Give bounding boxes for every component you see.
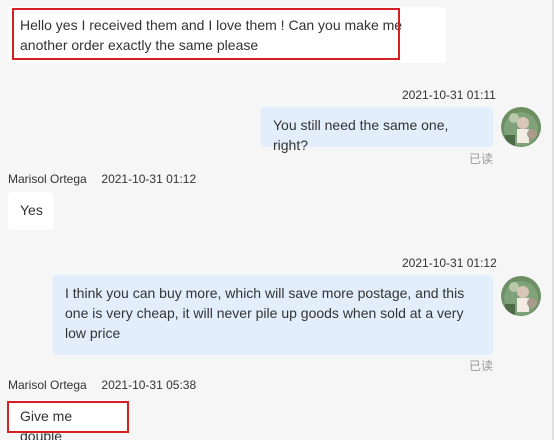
message-text: I think you can buy more, which will sav… xyxy=(65,285,465,341)
avatar[interactable] xyxy=(501,107,541,147)
message-text: Give me double xyxy=(20,408,73,440)
message-timestamp: 2021-10-31 01:11 xyxy=(402,88,496,102)
message-sender-meta: Marisol Ortega 2021-10-31 05:38 xyxy=(8,378,196,392)
incoming-message-bubble[interactable]: Give me double xyxy=(8,400,126,440)
incoming-message-bubble[interactable]: Yes xyxy=(8,192,54,230)
message-text: Yes xyxy=(20,202,43,218)
message-sender-meta: Marisol Ortega 2021-10-31 01:12 xyxy=(8,172,196,186)
incoming-message-bubble[interactable]: Hello yes I received them and I love the… xyxy=(8,7,446,63)
read-status: 已读 xyxy=(469,359,494,373)
read-status: 已读 xyxy=(469,152,494,166)
outgoing-message-bubble[interactable]: I think you can buy more, which will sav… xyxy=(53,275,493,355)
sender-name: Marisol Ortega xyxy=(8,172,87,186)
avatar[interactable] xyxy=(501,276,541,316)
outgoing-message-bubble[interactable]: You still need the same one, right? xyxy=(261,107,493,153)
chat-thread[interactable]: Hello yes I received them and I love the… xyxy=(0,0,554,440)
message-timestamp: 2021-10-31 01:12 xyxy=(402,256,497,270)
message-text: You still need the same one, right? xyxy=(273,117,449,153)
message-timestamp: 2021-10-31 01:12 xyxy=(101,172,197,186)
sender-name: Marisol Ortega xyxy=(8,378,87,392)
message-text: Hello yes I received them and I love the… xyxy=(20,17,403,53)
message-timestamp: 2021-10-31 05:38 xyxy=(101,378,197,392)
